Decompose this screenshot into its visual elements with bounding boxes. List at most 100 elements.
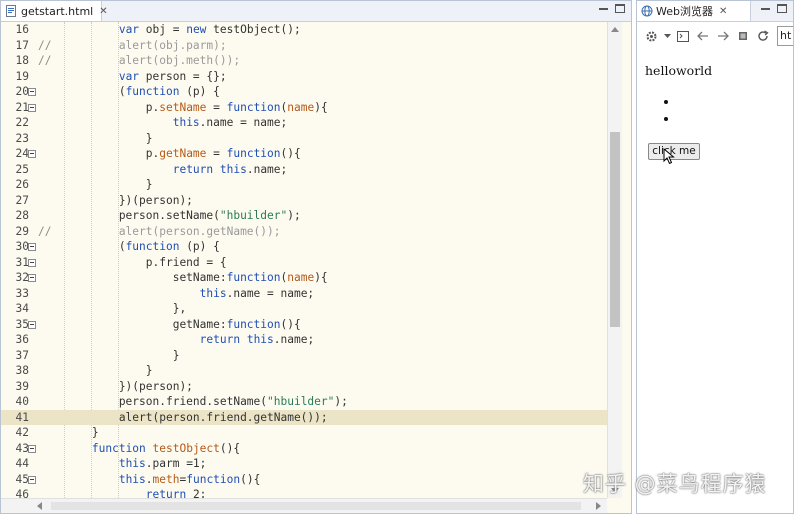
code-text: alert(person.friend.getName()); [38,410,328,426]
code-line[interactable]: 41 alert(person.friend.getName()); [1,409,607,426]
list-item-bullet [664,100,668,104]
code-line[interactable]: 39 })(person); [1,379,607,395]
code-line[interactable]: 32 setName:function(name){ [1,270,607,286]
code-line[interactable]: 28 person.setName("hbuilder"); [1,208,607,224]
code-line[interactable]: 24 p.getName = function(){ [1,146,607,162]
editor-tab-bar: getstart.html ✕ [1,1,631,22]
code-line[interactable]: 29// alert(person.getName()); [1,224,607,240]
code-line[interactable]: 19 var person = {}; [1,69,607,85]
fold-collapse-icon[interactable] [28,274,36,282]
maximize-icon[interactable] [615,4,625,13]
forward-arrow-icon[interactable] [715,28,731,44]
code-line[interactable]: 35 getName:function(){ [1,317,607,333]
back-arrow-icon[interactable] [695,28,711,44]
web-browser-pane: Web浏览器 ✕ ht helloworld click me [636,0,794,514]
vertical-scrollbar[interactable] [607,22,622,498]
line-number: 31 [15,255,29,269]
code-token: } [38,426,99,439]
editor-tab-getstart[interactable]: getstart.html ✕ [1,1,108,21]
code-token: function [226,271,281,284]
code-line[interactable]: 37 } [1,348,607,364]
maximize-icon[interactable] [777,4,787,13]
code-line[interactable]: 33 this.name = name; [1,286,607,302]
code-line[interactable]: 27 })(person); [1,193,607,209]
code-area[interactable]: 16 var obj = new testObject(); 17// alert… [1,22,607,498]
fold-collapse-icon[interactable] [28,150,36,158]
scroll-up-icon[interactable] [611,27,619,32]
code-line[interactable]: 44 this.parm =1; [1,456,607,472]
code-line[interactable]: 18// alert(obj.meth()); [1,53,607,69]
minimize-icon[interactable] [598,3,609,14]
code-text: } [38,425,99,441]
hscrollbar-thumb[interactable] [51,502,581,510]
code-token: alert(person.getName()); [38,224,281,238]
code-line[interactable]: 21 p.setName = function(name){ [1,100,607,116]
fold-collapse-icon[interactable] [28,88,36,96]
code-line[interactable]: 31 p.friend = { [1,255,607,271]
dropdown-arrow-icon[interactable] [663,28,671,44]
code-line[interactable]: 25 return this.name; [1,162,607,178]
watermark: 知乎 @菜鸟程序猿 [583,472,767,496]
code-line[interactable]: 17// alert(obj.parm); [1,38,607,54]
code-line[interactable]: 40 person.friend.setName("hbuilder"); [1,394,607,410]
line-number: 20 [15,85,29,98]
code-line[interactable]: 42 } [1,425,607,441]
code-token: ); [287,209,301,222]
fold-collapse-icon[interactable] [28,475,36,484]
code-token: } [38,364,153,377]
url-input[interactable]: ht [777,26,793,46]
code-text: person.friend.setName("hbuilder"); [38,394,348,410]
scroll-left-icon[interactable] [37,502,42,510]
code-line[interactable]: 45 this.meth=function(){ [1,472,607,488]
code-token: return [172,162,214,176]
line-number: 22 [15,116,29,129]
code-token: (){ [219,441,241,455]
code-token: person = {}; [139,69,227,83]
code-token: "hbuilder" [219,209,288,222]
browser-toolbar [637,22,793,50]
code-text: })(person); [38,379,193,395]
code-text: } [38,131,153,147]
code-token: this [199,286,227,300]
code-token: ( [38,240,126,253]
scrollbar-thumb[interactable] [610,132,620,327]
fold-collapse-icon[interactable] [28,320,36,329]
code-token: .name; [246,162,288,176]
code-line[interactable]: 36 return this.name; [1,332,607,348]
console-icon[interactable] [675,28,691,44]
code-line[interactable]: 26 } [1,177,607,193]
refresh-icon[interactable] [755,28,771,44]
code-line[interactable]: 46 return 2; [1,487,607,498]
line-number: 28 [15,209,29,222]
settings-gear-icon[interactable] [643,28,659,44]
tab-close-icon[interactable]: ✕ [99,6,107,17]
horizontal-scrollbar[interactable] [1,498,607,513]
line-number: 32 [15,271,29,284]
code-line[interactable]: 30 (function (p) { [1,239,607,255]
code-text: })(person); [38,193,193,209]
code-token: })(person); [38,193,193,207]
code-token: getName [159,147,207,160]
code-token: person.friend.setName( [38,395,268,408]
tab-close-icon[interactable]: ✕ [719,6,727,17]
scroll-right-icon[interactable] [596,502,601,510]
minimize-icon[interactable] [760,3,771,14]
code-text: p.setName = function(name){ [38,100,328,116]
code-text: getName:function(){ [38,317,301,333]
code-editor-pane[interactable]: getstart.html ✕ 16 var obj = new testObj… [0,0,632,514]
fold-collapse-icon[interactable] [28,258,36,267]
code-line[interactable]: 23 } [1,131,607,147]
fold-collapse-icon[interactable] [28,103,36,112]
browser-tab[interactable]: Web浏览器 ✕ [637,1,751,21]
code-line[interactable]: 20 (function (p) { [1,84,607,100]
code-line[interactable]: 38 } [1,363,607,379]
code-line[interactable]: 43 function testObject(){ [1,441,607,457]
code-line[interactable]: 22 this.name = name; [1,115,607,131]
code-line[interactable]: 34 }, [1,301,607,317]
fold-collapse-icon[interactable] [28,444,36,453]
code-line[interactable]: 16 var obj = new testObject(); [1,22,607,38]
stop-icon[interactable] [735,28,751,44]
fold-collapse-icon[interactable] [28,243,36,251]
